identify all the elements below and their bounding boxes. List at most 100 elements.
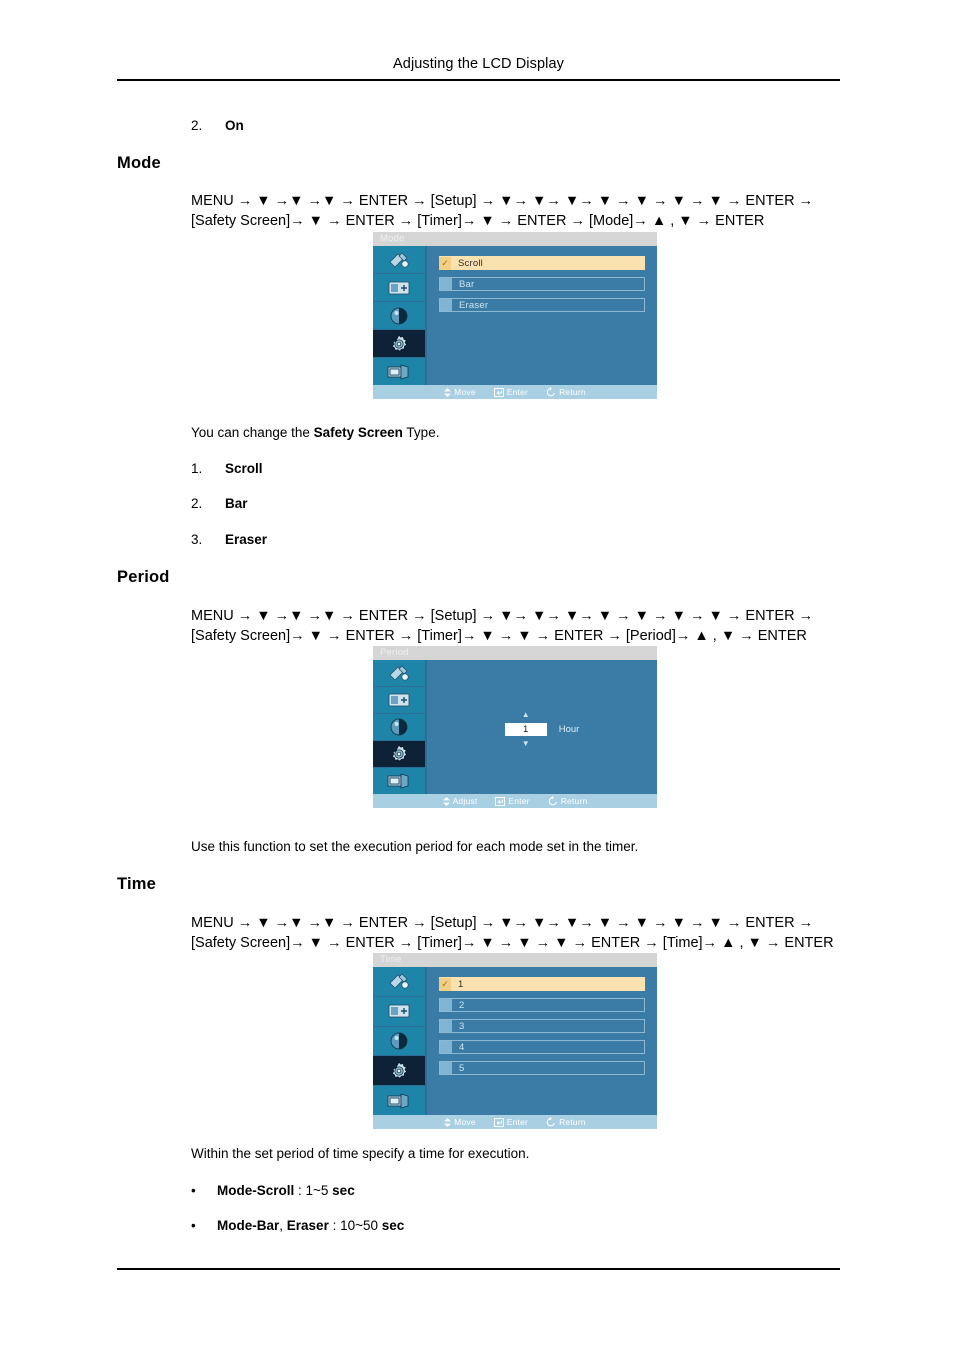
check-icon <box>440 299 452 311</box>
osd-footer-mode: Move Enter Return <box>373 385 657 399</box>
footer-move-label: Move <box>454 1117 476 1127</box>
paragraph-mode-description: You can change the Safety Screen Type. <box>191 425 439 440</box>
updown-arrows-icon <box>444 387 452 397</box>
footer-enter: Enter <box>493 1117 529 1127</box>
footer-enter: Enter <box>493 387 529 397</box>
list-item-label: Scroll <box>225 461 263 476</box>
enter-key-icon <box>493 1117 504 1127</box>
footer-return-label: Return <box>559 387 586 397</box>
screen-adjust-icon[interactable] <box>373 274 425 302</box>
footer-return: Return <box>546 387 586 397</box>
bullet-dot: • <box>191 1183 196 1198</box>
osd-footer-time: Move Enter Return <box>373 1115 657 1129</box>
section-heading-time: Time <box>117 875 157 893</box>
footer-adjust: Adjust <box>442 796 478 806</box>
footer-return-label: Return <box>560 796 588 806</box>
osd-option-label: 1 <box>458 978 464 990</box>
menu-path-period-line2: [Safety Screen]→ ▼ → ENTER → [Timer]→ ▼ … <box>191 628 807 644</box>
osd-time-option-2[interactable]: 2 <box>439 998 645 1012</box>
osd-option-label: 3 <box>459 1020 465 1032</box>
paragraph-time-description: Within the set period of time specify a … <box>191 1146 530 1161</box>
section-heading-mode: Mode <box>117 154 161 172</box>
osd-option-label: Bar <box>459 278 475 290</box>
check-icon: ✓ <box>439 256 451 270</box>
bullet-bold-1: Mode-Bar <box>217 1218 280 1233</box>
osd-time-option-5[interactable]: 5 <box>439 1061 645 1075</box>
picture-brush-icon[interactable] <box>373 967 425 997</box>
menu-path-time: MENU → ▼ →▼ →▼ → ENTER → [Setup] → ▼→ ▼→… <box>191 913 834 953</box>
bullet-dot: • <box>191 1218 196 1233</box>
paragraph-period-description: Use this function to set the execution p… <box>191 839 639 854</box>
spinner-up-arrow-icon[interactable]: ▲ <box>522 710 530 720</box>
footer-enter-label: Enter <box>508 796 530 806</box>
check-icon <box>440 1041 452 1053</box>
section-heading-period: Period <box>117 568 170 586</box>
bullet-bold-1: Mode-Scroll <box>217 1183 295 1198</box>
gear-setup-icon[interactable] <box>373 330 425 358</box>
check-icon: ✓ <box>439 977 451 991</box>
header-rule <box>117 79 840 81</box>
picture-brush-icon[interactable] <box>373 660 425 687</box>
bullet-text: Mode-Bar, Eraser : 10~50 sec <box>217 1218 404 1233</box>
bullet-text: Mode-Scroll : 1~5 sec <box>217 1183 355 1198</box>
multi-display-icon[interactable] <box>373 768 425 794</box>
osd-option-bar[interactable]: Bar <box>439 277 645 291</box>
osd-title-period: Period <box>373 646 657 660</box>
footer-rule <box>117 1268 840 1270</box>
contrast-circle-icon[interactable] <box>373 1026 425 1057</box>
osd-option-label: Eraser <box>459 299 489 311</box>
mode-desc-bold: Safety Screen <box>313 425 403 440</box>
osd-option-label: Scroll <box>458 257 483 269</box>
osd-panel-period: Period ▲ 1 ▼ Hour Adjust Enter Return <box>373 646 657 808</box>
osd-title-time: Time <box>373 953 657 967</box>
menu-path-period-line1: MENU → ▼ →▼ →▼ → ENTER → [Setup] → ▼→ ▼→… <box>191 608 814 624</box>
footer-adjust-label: Adjust <box>452 796 478 806</box>
osd-option-eraser[interactable]: Eraser <box>439 298 645 312</box>
menu-path-mode: MENU → ▼ →▼ →▼ → ENTER → [Setup] → ▼→ ▼→… <box>191 191 813 231</box>
osd-option-label: 2 <box>459 999 465 1011</box>
osd-time-option-1[interactable]: ✓ 1 <box>439 977 645 991</box>
contrast-circle-icon[interactable] <box>373 714 425 741</box>
bullet-bold-1b: Eraser <box>286 1218 329 1233</box>
footer-enter-label: Enter <box>506 387 529 397</box>
footer-return-label: Return <box>559 1117 586 1127</box>
contrast-circle-icon[interactable] <box>373 302 425 330</box>
footer-enter-label: Enter <box>506 1117 529 1127</box>
list-item-label: On <box>225 118 244 133</box>
footer-return: Return <box>548 796 588 806</box>
osd-time-option-4[interactable]: 4 <box>439 1040 645 1054</box>
list-item-number: 3. <box>191 532 203 547</box>
enter-key-icon <box>495 796 506 806</box>
bullet-bold-2: sec <box>332 1183 355 1198</box>
osd-option-scroll[interactable]: ✓ Scroll <box>439 256 645 270</box>
footer-return: Return <box>546 1117 586 1127</box>
screen-adjust-icon[interactable] <box>373 996 425 1027</box>
osd-sidebar <box>373 660 427 794</box>
picture-brush-icon[interactable] <box>373 246 425 274</box>
osd-panel-time: Time ✓ 1 2 3 4 5 Move Enter Return <box>373 953 657 1129</box>
gear-setup-icon[interactable] <box>373 741 425 768</box>
osd-time-option-3[interactable]: 3 <box>439 1019 645 1033</box>
osd-options-mode: ✓ Scroll Bar Eraser <box>427 246 657 385</box>
osd-options-time: ✓ 1 2 3 4 5 <box>427 967 657 1115</box>
spinner-down-arrow-icon[interactable]: ▼ <box>522 739 530 749</box>
bullet-mid-2: : 10~50 <box>328 1218 382 1233</box>
check-icon <box>440 1020 452 1032</box>
multi-display-icon[interactable] <box>373 1086 425 1115</box>
enter-key-icon <box>493 387 504 397</box>
mode-desc-post: Type. <box>402 425 440 440</box>
osd-title-mode: Mode <box>373 232 657 246</box>
gear-setup-icon[interactable] <box>373 1056 425 1087</box>
period-value[interactable]: 1 <box>504 722 547 736</box>
osd-footer-period: Adjust Enter Return <box>373 794 657 808</box>
screen-adjust-icon[interactable] <box>373 687 425 714</box>
list-item-label: Eraser <box>225 532 268 547</box>
multi-display-icon[interactable] <box>373 358 425 385</box>
osd-panel-mode: Mode ✓ Scroll Bar Eraser Move Enter Retu… <box>373 232 657 399</box>
list-item-number: 1. <box>191 461 203 476</box>
list-item-label: Bar <box>225 496 248 511</box>
footer-move: Move <box>444 1117 476 1127</box>
period-spinner[interactable]: ▲ 1 ▼ Hour <box>427 660 657 794</box>
bullet-mid: : 1~5 <box>294 1183 333 1198</box>
menu-path-time-line2: [Safety Screen]→ ▼ → ENTER → [Timer]→ ▼ … <box>191 935 834 951</box>
